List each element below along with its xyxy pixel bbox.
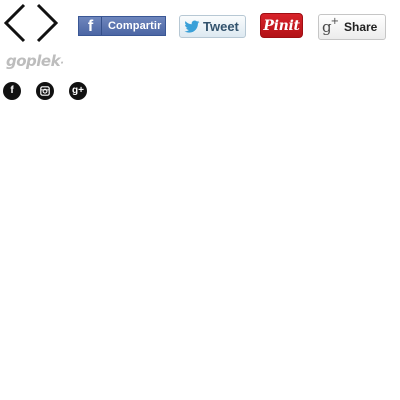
facebook-icon[interactable]: f bbox=[3, 82, 21, 100]
google-plus-glyph: g+ bbox=[72, 85, 84, 96]
google-plus-icon-sup: + bbox=[330, 16, 339, 27]
google-plus-icon-glyph: g bbox=[322, 18, 332, 36]
instagram-glyph bbox=[40, 86, 50, 96]
google-plus-icon[interactable]: g+ bbox=[69, 82, 87, 100]
facebook-share-button[interactable]: f Compartir bbox=[78, 16, 166, 36]
goplek-logo-dot: · bbox=[60, 58, 64, 69]
tweet-button[interactable]: Tweet bbox=[179, 15, 246, 38]
chevron-right-icon[interactable] bbox=[35, 3, 59, 43]
page: f Compartir Tweet Pinit g+ Share goplek·… bbox=[0, 0, 400, 400]
nav-arrows bbox=[3, 3, 59, 43]
google-plus-icon: g+ bbox=[322, 16, 339, 36]
facebook-icon: f bbox=[82, 17, 102, 35]
facebook-share-label: Compartir bbox=[108, 20, 162, 32]
pinit-label: Pinit bbox=[263, 17, 300, 34]
facebook-glyph: f bbox=[10, 85, 14, 96]
google-plus-share-button[interactable]: g+ Share bbox=[318, 14, 386, 40]
goplek-logo-text: goplek bbox=[6, 52, 61, 70]
tweet-label: Tweet bbox=[203, 19, 239, 34]
instagram-icon[interactable] bbox=[36, 82, 54, 100]
social-links: f g+ bbox=[3, 82, 102, 100]
google-plus-share-label: Share bbox=[344, 20, 378, 34]
goplek-logo[interactable]: goplek· bbox=[6, 52, 64, 73]
pinterest-pinit-button[interactable]: Pinit bbox=[260, 13, 303, 38]
twitter-bird-icon bbox=[184, 20, 200, 33]
chevron-left-icon[interactable] bbox=[3, 3, 27, 43]
